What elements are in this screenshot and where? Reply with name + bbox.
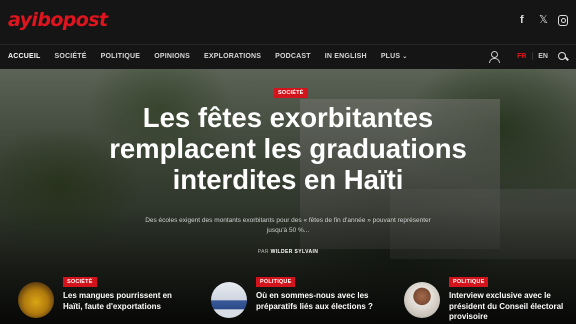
hero-category-badge[interactable]: SOCIÉTÉ	[274, 88, 308, 98]
card-category-badge[interactable]: POLITIQUE	[256, 277, 296, 287]
nav-utilities: FR | EN	[489, 51, 568, 63]
facebook-icon[interactable]: f	[520, 15, 530, 26]
article-card[interactable]: POLITIQUE Interview exclusive avec le pr…	[404, 275, 576, 324]
card-title[interactable]: Où en sommes-nous avec les préparatifs l…	[256, 291, 376, 312]
chevron-down-icon: ⌄	[402, 54, 408, 60]
nav-item-societe[interactable]: SOCIÉTÉ	[55, 53, 87, 60]
author-name[interactable]: WILDER SYLVAIN	[271, 249, 319, 255]
user-icon[interactable]	[489, 51, 501, 63]
card-title[interactable]: Les mangues pourrissent en Haïti, faute …	[63, 291, 193, 312]
nav-item-in-english[interactable]: IN ENGLISH	[325, 53, 367, 60]
hero-title[interactable]: Les fêtes exorbitantes remplacent les gr…	[88, 102, 488, 195]
lang-fr-link[interactable]: FR	[517, 53, 526, 60]
card-category-badge[interactable]: POLITIQUE	[449, 277, 489, 287]
byline-prefix: PAR	[257, 249, 269, 255]
article-card[interactable]: POLITIQUE Où en sommes-nous avec les pré…	[211, 275, 391, 324]
article-thumbnail[interactable]	[211, 282, 247, 318]
top-bar: ayibopost f 𝕏	[0, 0, 576, 44]
x-icon[interactable]: 𝕏	[539, 15, 549, 26]
nav-item-politique[interactable]: POLITIQUE	[101, 53, 141, 60]
article-thumbnail[interactable]	[404, 282, 440, 318]
nav-menu: ACCUEIL SOCIÉTÉ POLITIQUE OPINIONS EXPLO…	[8, 53, 422, 60]
article-thumbnail[interactable]	[18, 282, 54, 318]
article-cards: SOCIÉTÉ Les mangues pourrissent en Haïti…	[0, 275, 576, 324]
nav-item-opinions[interactable]: OPINIONS	[154, 53, 190, 60]
hero-subtitle: Des écoles exigent des montants exorbita…	[145, 217, 431, 234]
nav-item-explorations[interactable]: EXPLORATIONS	[204, 53, 261, 60]
nav-item-plus[interactable]: PLUS ⌄	[381, 53, 408, 60]
nav-item-podcast[interactable]: PODCAST	[275, 53, 311, 60]
search-icon[interactable]	[558, 51, 568, 62]
nav-item-accueil[interactable]: ACCUEIL	[8, 53, 41, 60]
site-logo[interactable]: ayibopost	[8, 9, 108, 31]
card-title[interactable]: Interview exclusive avec le président du…	[449, 291, 574, 323]
instagram-icon[interactable]	[558, 15, 568, 26]
lang-separator: |	[531, 53, 534, 60]
card-category-badge[interactable]: SOCIÉTÉ	[63, 277, 97, 287]
article-card[interactable]: SOCIÉTÉ Les mangues pourrissent en Haïti…	[18, 275, 198, 324]
hero-byline: PAR WILDER SYLVAIN	[0, 249, 576, 255]
lang-en-link[interactable]: EN	[538, 53, 548, 60]
main-nav: ACCUEIL SOCIÉTÉ POLITIQUE OPINIONS EXPLO…	[0, 44, 576, 69]
social-links: f 𝕏	[520, 15, 568, 26]
nav-item-plus-label: PLUS	[380, 53, 401, 60]
